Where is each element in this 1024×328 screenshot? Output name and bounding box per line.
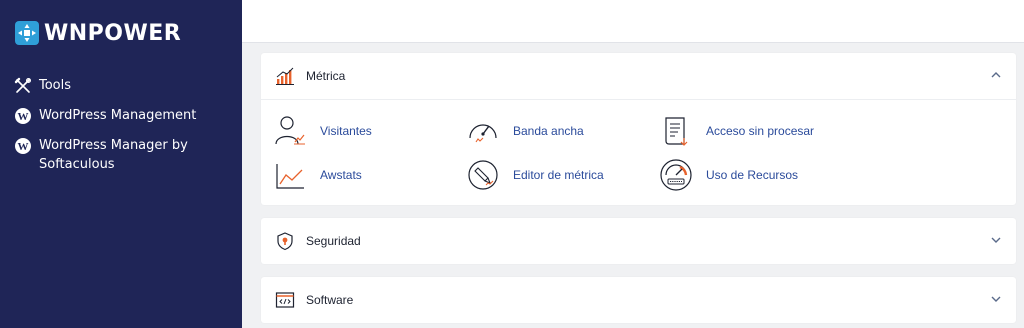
tool-label: Uso de Recursos	[706, 168, 799, 182]
bar-chart-icon	[276, 67, 294, 85]
visitors-icon	[275, 116, 305, 145]
tool-editor-de-metrica[interactable]: Editor de métrica	[466, 158, 604, 192]
tool-label: Awstats	[320, 168, 362, 182]
sidebar-item-label: WordPress Manager by Softaculous	[39, 138, 188, 172]
panel-title: Software	[306, 293, 354, 307]
tool-awstats[interactable]: Awstats	[273, 158, 362, 192]
chevron-down-icon[interactable]	[990, 293, 1002, 305]
raw-access-icon	[665, 117, 688, 146]
wordpress-icon: W	[15, 138, 31, 154]
chevron-up-icon[interactable]	[990, 69, 1002, 81]
sidebar-item-wordpress-management[interactable]: W WordPress Management	[14, 106, 234, 125]
code-window-icon	[275, 292, 295, 308]
tool-banda-ancha[interactable]: Banda ancha	[466, 114, 584, 148]
tool-label: Editor de métrica	[513, 168, 604, 182]
sidebar-item-tools[interactable]: Tools	[14, 76, 234, 95]
tool-label: Banda ancha	[513, 124, 584, 138]
sidebar-item-label: Tools	[39, 78, 72, 93]
metrics-editor-icon	[468, 160, 498, 190]
bandwidth-gauge-icon	[469, 124, 497, 143]
wordpress-icon: W	[15, 108, 31, 124]
brand-name: WNPOWER	[44, 20, 182, 46]
tool-uso-de-recursos[interactable]: Uso de Recursos	[659, 158, 798, 192]
panel-software: Software	[261, 277, 1016, 323]
sidebar-item-label: WordPress Management	[39, 108, 197, 123]
panel-seguridad-header[interactable]: Seguridad	[261, 218, 1016, 264]
shield-icon	[277, 232, 293, 251]
logo-icon	[15, 21, 39, 45]
sidebar: WNPOWER Tools W WordPress Management W W…	[0, 0, 242, 328]
svg-text:W: W	[18, 111, 29, 123]
panel-software-header[interactable]: Software	[261, 277, 1016, 323]
brand-logo[interactable]: WNPOWER	[14, 20, 181, 46]
resource-usage-icon	[660, 159, 692, 191]
tool-label: Acceso sin procesar	[706, 124, 815, 138]
panel-seguridad: Seguridad	[261, 218, 1016, 264]
tool-label: Visitantes	[320, 124, 372, 138]
panel-metrica-header[interactable]: Métrica	[261, 53, 1016, 99]
sidebar-item-wordpress-manager-softaculous[interactable]: W WordPress Manager by Softaculous	[14, 136, 234, 174]
panel-title: Seguridad	[306, 234, 361, 248]
panel-metrica: Métrica Visitantes Banda ancha Acceso si…	[261, 53, 1016, 205]
panel-title: Métrica	[306, 69, 346, 83]
svg-text:W: W	[18, 141, 29, 153]
sidebar-nav: Tools W WordPress Management W WordPress…	[14, 76, 234, 185]
awstats-chart-icon	[276, 164, 304, 189]
tool-acceso-sin-procesar[interactable]: Acceso sin procesar	[659, 114, 814, 148]
chevron-down-icon[interactable]	[990, 234, 1002, 246]
panel-metrica-body: Visitantes Banda ancha Acceso sin proces…	[261, 99, 1016, 205]
tools-icon	[14, 77, 31, 93]
top-header-bar	[242, 0, 1024, 43]
tool-visitantes[interactable]: Visitantes	[273, 114, 372, 148]
